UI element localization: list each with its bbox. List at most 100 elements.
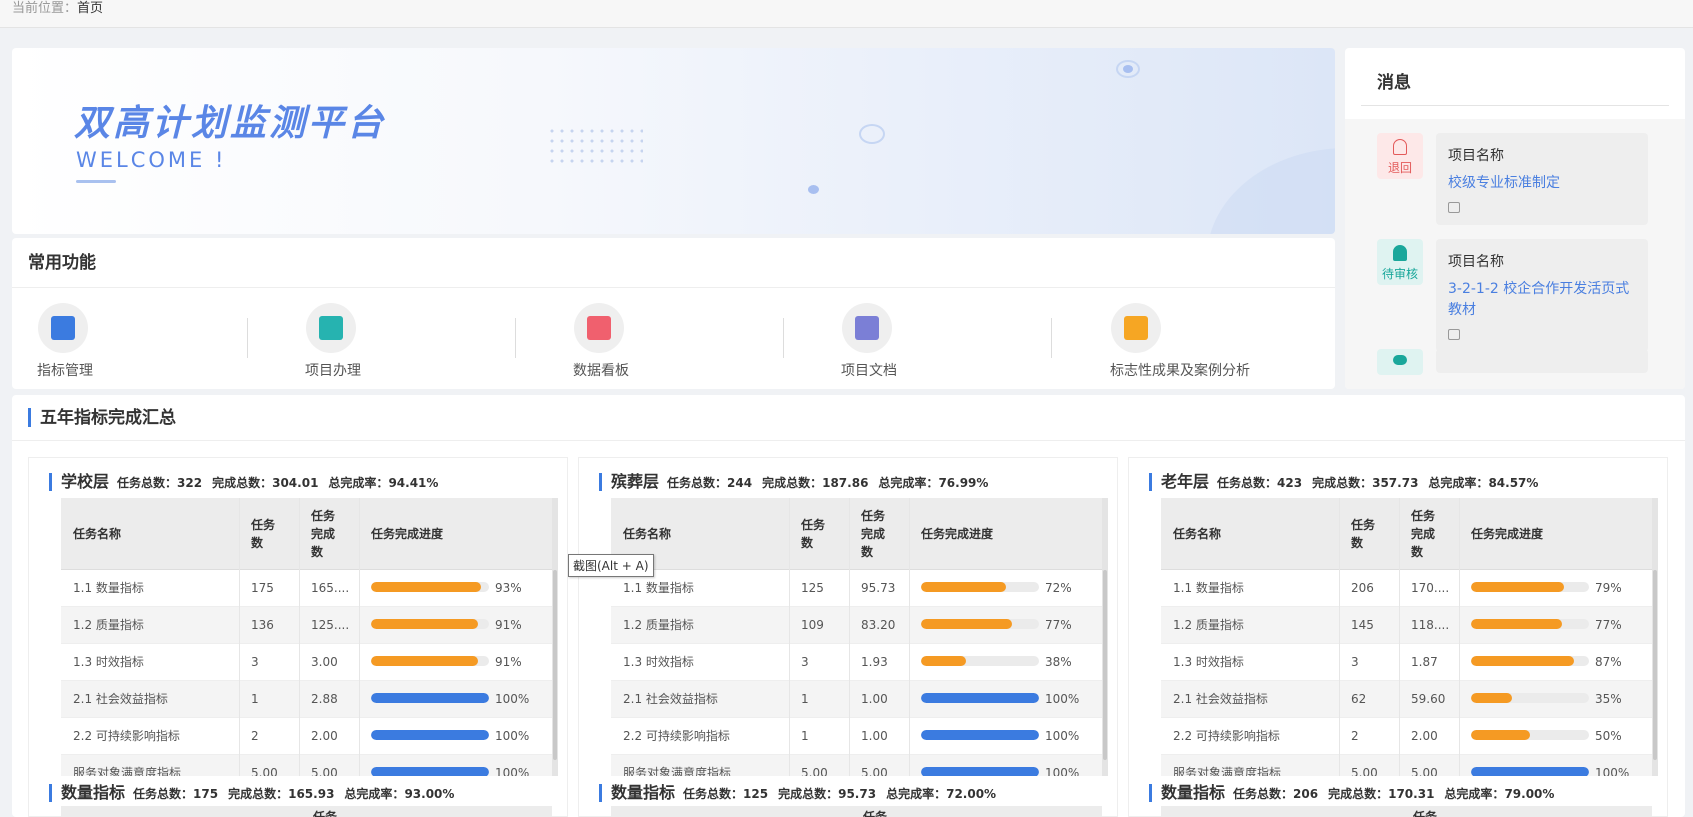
table-row[interactable]: 服务对象满意度指标 5.00 5.00 100% [611,755,1102,776]
function-icon-circle[interactable] [842,303,892,353]
breadcrumb: 当前位置：首页 [0,0,1693,28]
function-icon-circle[interactable] [1111,303,1161,353]
progress-bar [1471,656,1589,666]
table-row[interactable]: 2.1 社会效益指标 1 1.00 100% [611,681,1102,718]
message-card[interactable]: 项目名称 3-2-1-2 校企合作开发活页式教材 [1436,239,1648,352]
table-row[interactable]: 2.2 可持续影响指标 2 2.00 100% [61,718,552,755]
progress-bar [371,767,489,776]
progress-percent: 100% [495,766,530,776]
table-row[interactable]: 1.3 时效指标 3 3.00 91% [61,644,552,681]
function-divider [783,318,784,358]
table-header: 任务名称 任务数 任务完成数 任务完成进度 [61,498,552,570]
table-row[interactable]: 服务对象满意度指标 5.00 5.00 100% [61,755,552,776]
table-row[interactable]: 1.2 质量指标 109 83.20 77% [611,607,1102,644]
bell-icon [1393,139,1407,155]
table-row[interactable]: 2.1 社会效益指标 1 2.88 100% [61,681,552,718]
subsection-stat-value: 95.73 [838,787,877,801]
table-row[interactable]: 1.1 数量指标 206 170.... 79% [1161,570,1652,607]
function-document[interactable]: 项目文档 [841,303,897,380]
cell-task-name: 1.2 质量指标 [623,618,694,632]
panel-title: 学校层 任务总数：322 完成总数：304.01 总完成率：94.41% [49,472,448,492]
progress-bar-fill [921,619,1012,629]
progress-bar [921,730,1039,740]
table-row[interactable]: 1.3 时效指标 3 1.87 87% [1161,644,1652,681]
progress-bar [921,619,1039,629]
progress-percent: 100% [495,692,530,706]
screenshot-tooltip: 截图(Alt + A) [568,554,654,577]
panel-stat-label: 总完成率： [878,476,939,490]
header-task-progress: 任务完成进度 [371,527,444,541]
function-checklist[interactable]: 指标管理 [37,303,93,380]
subsection-stat-label: 完成总数： [778,787,839,801]
function-project[interactable]: 项目办理 [305,303,361,380]
column-divider [299,498,300,776]
progress-bar [1471,693,1589,703]
cell-task-count: 2 [251,729,259,743]
progress-bar-fill [1471,767,1589,776]
table-scrollbar-thumb[interactable] [1653,570,1657,760]
function-achievement[interactable]: 标志性成果及案例分析 [1110,303,1250,380]
function-icon-circle[interactable] [306,303,356,353]
subsection-stat-label: 完成总数： [1328,787,1389,801]
cell-task-count: 62 [1351,692,1367,706]
progress-percent: 87% [1595,655,1622,669]
progress-percent: 91% [495,655,522,669]
message-project-link[interactable]: 校级专业标准制定 [1448,173,1636,194]
progress-bar [371,730,489,740]
indicator-table: 任务名称 任务数 任务完成数 任务完成进度 1.1 数量指标 125 95.73 72% 1.2… [611,498,1108,776]
subsection-stat-rate: 总完成率：72.00% [886,787,996,801]
header-task-done: 任务完成数 [311,509,336,559]
cell-task-count: 175 [251,581,274,595]
subsection-stat-value: 175 [193,787,219,801]
progress-percent: 100% [1045,729,1080,743]
message-card[interactable] [1436,349,1648,373]
table-row[interactable]: 2.2 可持续影响指标 1 1.00 100% [611,718,1102,755]
message-project-label: 项目名称 [1448,148,1504,164]
table-row[interactable]: 2.2 可持续影响指标 2 2.00 50% [1161,718,1652,755]
function-label: 标志性成果及案例分析 [1110,363,1250,379]
table-row[interactable]: 1.3 时效指标 3 1.93 38% [611,644,1102,681]
table-scrollbar-thumb[interactable] [553,570,557,760]
function-icon-circle[interactable] [574,303,624,353]
cell-task-done: 5.00 [861,766,888,776]
progress-bar-fill [921,656,966,666]
table-row[interactable]: 1.2 质量指标 136 125.... 91% [61,607,552,644]
subsection-table-header: 任务 [1161,806,1652,817]
table-scrollbar-thumb[interactable] [1103,570,1107,760]
progress-bar-fill [371,582,481,592]
progress-percent: 77% [1045,618,1072,632]
message-status-tag: 待审核 [1377,239,1423,285]
cell-task-count: 136 [251,618,274,632]
cell-task-name: 1.2 质量指标 [1173,618,1244,632]
cell-task-done: 118.... [1411,618,1450,632]
subsection-header-task: 任务 [313,810,338,817]
document-icon [855,316,879,340]
banner-dot-grid [547,126,643,166]
table-row[interactable]: 服务对象满意度指标 5.00 5.00 100% [1161,755,1652,776]
cell-task-done: 1.93 [861,655,888,669]
table-row[interactable]: 1.1 数量指标 125 95.73 72% [611,570,1102,607]
table-row[interactable]: 1.2 质量指标 145 118.... 77% [1161,607,1652,644]
function-icon-circle[interactable] [38,303,88,353]
messages-list[interactable]: 退回 项目名称 校级专业标准制定 待审核 项目名称 3-2-1-2 校企合作开发活页式教材 [1345,119,1685,389]
header-task-count: 任务数 [1351,518,1376,550]
cell-task-done: 1.00 [861,729,888,743]
cell-task-name: 2.2 可持续影响指标 [1173,729,1280,743]
cell-task-name: 2.1 社会效益指标 [1173,692,1268,706]
panel-stat-rate: 总完成率：76.99% [878,476,988,490]
table-row[interactable]: 2.1 社会效益指标 62 59.60 35% [1161,681,1652,718]
function-chart-board[interactable]: 数据看板 [573,303,629,380]
breadcrumb-current[interactable]: 首页 [77,1,103,16]
progress-bar [921,656,1039,666]
banner-ring-icon [859,124,885,144]
message-project-link[interactable]: 3-2-1-2 校企合作开发活页式教材 [1448,279,1636,321]
cell-task-name: 1.3 时效指标 [73,655,144,669]
subsection-stat-label: 任务总数： [1233,787,1294,801]
message-card[interactable]: 项目名称校级专业标准制定 [1436,133,1648,225]
table-row[interactable]: 1.1 数量指标 175 165.... 93% [61,570,552,607]
cell-task-done: 5.00 [1411,766,1438,776]
cell-task-done: 5.00 [311,766,338,776]
function-divider [515,318,516,358]
panel-stat-label: 完成总数： [212,476,273,490]
cell-task-name: 1.3 时效指标 [1173,655,1244,669]
